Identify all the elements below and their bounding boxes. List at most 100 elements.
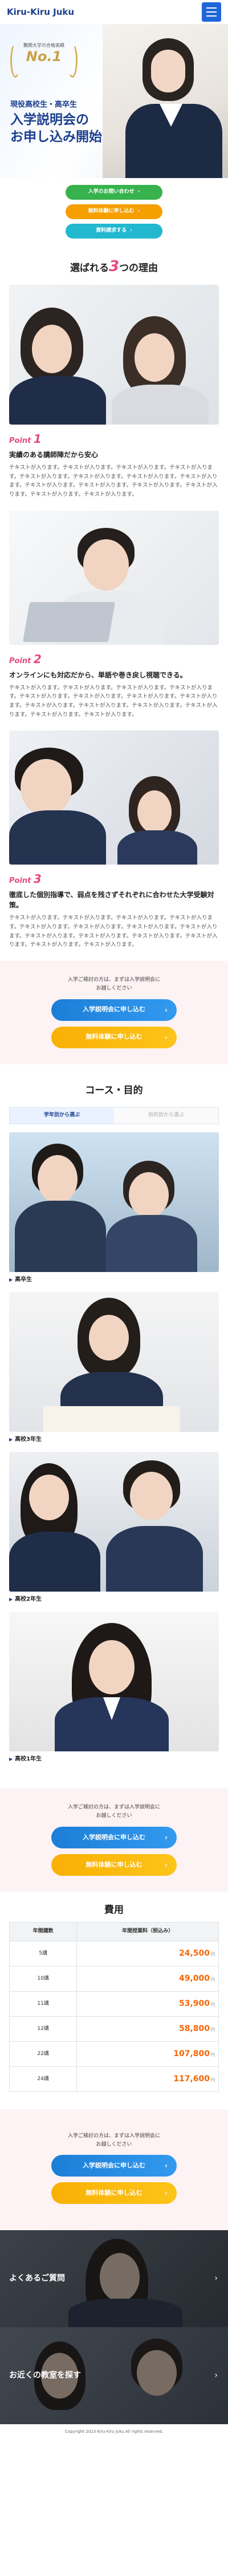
course-name: ▶ 高卒生 [9,1275,219,1284]
reason-item: Point 1 実績のある講師陣だから安心 テキストが入ります。テキストが入りま… [0,285,228,511]
reason-photo-classroom [9,285,219,425]
menu-bar-icon [206,15,217,17]
triangle-right-icon: ▶ [9,1596,13,1602]
apply-briefing-button[interactable]: 入学説明会に申し込む › [51,1826,177,1848]
point-word: Point [9,656,31,665]
faq-link[interactable]: よくあるご質問 › [0,2230,228,2328]
reason-photo-online [9,510,219,645]
courses-title: コース・目的 [85,1084,143,1096]
hero-title-line: お申し込み開始 [10,129,102,144]
laurel-left-icon [10,43,21,78]
fee-price: 53,900 円 [76,1990,219,2017]
fees-section: 費用 年間講数 年間授業料（税込み） 5講 24,500 円 10講 49,000… [0,1891,228,2109]
copyright-text: Copyright 2023 Kiru-Kiru Juku All rights… [64,2429,164,2434]
courses-section: コース・目的 学年別から選ぶ 目的別から選ぶ ▶ 高卒生 ▶ 高校3年生 ▶ 高… [0,1064,228,1789]
chevron-right-icon: › [214,2371,218,2380]
course-card[interactable]: ▶ 高校3年生 [0,1292,228,1452]
cta-band: 入学ご検討の方は、まずは入学説明会に お越しください 入学説明会に申し込む › … [0,2109,228,2231]
apply-free-trial-button[interactable]: 無料体験に申し込む › [51,1026,177,1048]
triangle-right-icon: ▶ [9,1436,13,1442]
fee-price-value: 24,500 [178,1948,210,1958]
free-trial-button[interactable]: 無料体験に申し込む › [66,204,162,219]
cta-band: 入学ご検討の方は、まずは入学説明会に お越しください 入学説明会に申し込む › … [0,961,228,1064]
point-word: Point [9,437,31,445]
fee-table: 年間講数 年間授業料（税込み） 5講 24,500 円 10講 49,000 円 1… [9,1922,219,2092]
fee-times: 10講 [9,1965,78,1992]
hero: 難関大学の合格実績 No.1 現役高校生・高卒生 入学説明会の お申し込み開始 [0,24,228,178]
apply-free-trial-label: 無料体験に申し込む [85,2189,142,2197]
fee-col-price: 年間授業料（税込み） [76,1922,219,1941]
apply-free-trial-button[interactable]: 無料体験に申し込む › [51,1854,177,1876]
apply-briefing-label: 入学説明会に申し込む [83,1833,145,1841]
badge-number: No.1 [26,49,62,64]
request-materials-button[interactable]: 資料請求する › [66,224,162,239]
fee-unit: 円 [211,1977,215,1982]
tab-by-purpose[interactable]: 目的別から選ぶ [114,1108,218,1124]
reasons-title-pre: 選ばれる [70,263,109,274]
apply-briefing-label: 入学説明会に申し込む [83,2162,145,2170]
cta-note-line: お越しください [96,2142,132,2148]
course-name-label: 高卒生 [15,1277,32,1283]
chevron-right-icon: › [214,2274,218,2283]
point-word: Point [9,877,31,886]
point-number: 1 [33,432,42,446]
menu-bar-icon [206,7,217,9]
fee-price: 49,000 円 [76,1965,219,1992]
find-classroom-link[interactable]: お近くの教室を探す › [0,2327,228,2425]
fee-table-header-row: 年間講数 年間授業料（税込み） [9,1922,219,1941]
table-row: 11講 53,900 円 [9,1990,219,2017]
site-logo[interactable]: Kiru-Kiru Juku [7,6,74,19]
course-name-label: 高校3年生 [15,1436,42,1443]
achievement-badge: 難関大学の合格実績 No.1 [10,42,78,79]
cta-note: 入学ご検討の方は、まずは入学説明会に お越しください [0,2132,228,2150]
chevron-right-icon: › [165,1033,168,1041]
site-footer: Copyright 2023 Kiru-Kiru Juku All rights… [0,2424,228,2440]
cta-note: 入学ご検討の方は、まずは入学説明会に お越しください [0,1803,228,1821]
reason-photo-tutoring [9,730,219,865]
hamburger-menu-button[interactable] [202,2,221,22]
apply-briefing-label: 入学説明会に申し込む [83,1006,145,1014]
table-row: 5講 24,500 円 [9,1940,219,1967]
apply-briefing-button[interactable]: 入学説明会に申し込む › [51,2155,177,2177]
tab-by-grade[interactable]: 学年別から選ぶ [10,1108,114,1124]
course-name: ▶ 高校3年生 [9,1435,219,1444]
fee-price-value: 107,800 [173,2049,210,2058]
apply-free-trial-button[interactable]: 無料体験に申し込む › [51,2182,177,2204]
course-photo [9,1292,219,1432]
inquiry-button-label: 入学のお問い合わせ [88,189,135,195]
reason-item: Point 2 オンラインにも対応だから、単語や巻き戻し視聴できる。 テキストが… [0,510,228,731]
reason-point-label: Point 3 [9,870,219,887]
reason-body: テキストが入ります。テキストが入ります。テキストが入ります。テキストが入ります。… [9,465,218,498]
hero-title: 入学説明会の お申し込み開始 [10,112,102,146]
course-card[interactable]: ▶ 高校2年生 [0,1452,228,1612]
fee-times: 12講 [9,2016,78,2042]
fees-title: 費用 [104,1904,124,1916]
table-row: 22講 107,800 円 [9,2041,219,2067]
arrow-right-icon: › [137,208,140,215]
find-classroom-link-label: お近くの教室を探す [9,2371,81,2380]
inquiry-button[interactable]: 入学のお問い合わせ › [66,185,162,200]
apply-briefing-button[interactable]: 入学説明会に申し込む › [51,999,177,1021]
point-number: 2 [33,652,42,666]
fee-price: 24,500 円 [76,1940,219,1967]
fee-price-value: 53,900 [178,1998,210,2008]
course-name-label: 高校1年生 [15,1756,42,1763]
table-row: 12講 58,800 円 [9,2016,219,2042]
fee-times: 11講 [9,1990,78,2017]
faq-link-label: よくあるご質問 [9,2274,65,2283]
site-header: Kiru-Kiru Juku [0,0,228,24]
hero-student-photo [103,24,228,178]
course-card[interactable]: ▶ 高校1年生 [0,1612,228,1771]
chevron-right-icon: › [165,1006,168,1014]
reason-heading: 徹底した個別指導で、弱点を残さずそれぞれに合わせた大学受験対策。 [9,891,214,910]
laurel-right-icon [67,43,78,78]
cta-note-line: お越しください [96,1813,132,1819]
reasons-section: 選ばれる3つの理由 Point 1 実績のある講師陣だから安心 テキストが入りま… [0,247,228,961]
free-trial-button-label: 無料体験に申し込む [88,208,135,215]
hero-cta-group: 入学のお問い合わせ › 無料体験に申し込む › 資料請求する › [0,178,228,247]
point-number: 3 [33,872,42,886]
chevron-right-icon: › [165,1833,168,1842]
fee-unit: 円 [211,2052,215,2057]
course-card[interactable]: ▶ 高卒生 [0,1132,228,1292]
course-photo [9,1132,219,1273]
